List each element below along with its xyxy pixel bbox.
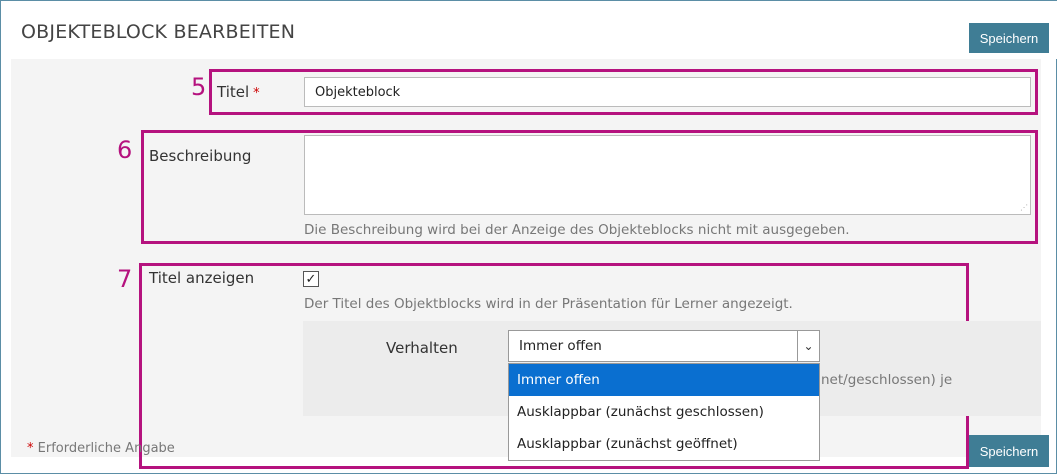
behavior-select[interactable]: Immer offen ⌄ <box>508 330 820 362</box>
required-star: * <box>253 86 260 101</box>
show-title-help: Der Titel des Objektblocks wird in der P… <box>304 296 793 312</box>
show-title-label: Titel anzeigen <box>149 269 255 287</box>
title-input[interactable]: Objekteblock <box>304 77 1031 107</box>
required-note-star: * <box>27 441 34 456</box>
behavior-select-value: Immer offen <box>519 338 602 354</box>
title-label: Titel * <box>217 83 260 101</box>
description-help: Die Beschreibung wird bei der Anzeige de… <box>304 222 850 238</box>
description-textarea[interactable]: ⋰ <box>304 135 1031 215</box>
behavior-help-partial: net/geschlossen) je <box>821 372 953 388</box>
annotation-number-5: 5 <box>191 73 207 101</box>
required-note: * Erforderliche Angabe <box>27 441 175 456</box>
description-label: Beschreibung <box>149 147 252 165</box>
dropdown-option-always-open[interactable]: Immer offen <box>509 364 819 396</box>
save-button-top[interactable]: Speichern <box>969 23 1049 53</box>
annotation-number-6: 6 <box>117 136 133 164</box>
title-label-text: Titel <box>217 83 250 101</box>
resize-grip-icon[interactable]: ⋰ <box>1020 204 1028 212</box>
behavior-dropdown-list: Immer offen Ausklappbar (zunächst geschl… <box>508 363 820 461</box>
save-button-bottom[interactable]: Speichern <box>969 435 1049 467</box>
behavior-label: Verhalten <box>386 339 458 357</box>
page-title: OBJEKTEBLOCK BEARBEITEN <box>21 21 296 43</box>
chevron-down-icon[interactable]: ⌄ <box>797 331 819 361</box>
dropdown-option-collapsible-open[interactable]: Ausklappbar (zunächst geöffnet) <box>509 428 819 460</box>
show-title-checkbox[interactable]: ✓ <box>303 271 319 287</box>
edit-object-block-window: OBJEKTEBLOCK BEARBEITEN Speichern 5 Tite… <box>0 0 1057 474</box>
annotation-number-7: 7 <box>117 265 133 293</box>
dropdown-option-collapsible-closed[interactable]: Ausklappbar (zunächst geschlossen) <box>509 396 819 428</box>
required-note-text: Erforderliche Angabe <box>37 441 175 456</box>
